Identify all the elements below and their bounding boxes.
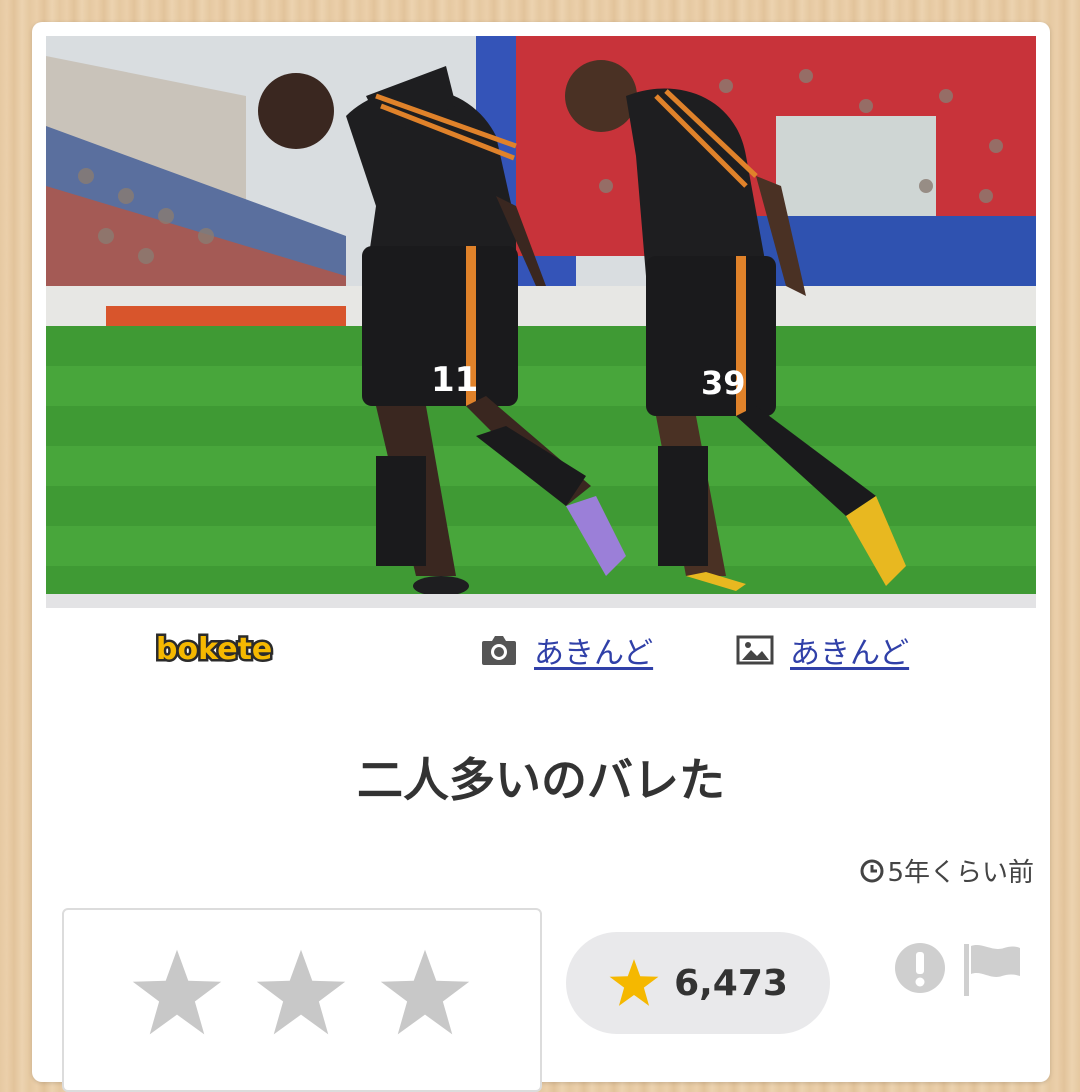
flag-icon[interactable] (962, 942, 1022, 996)
star-icon (609, 959, 659, 1006)
camera-icon (482, 636, 516, 665)
credits-row: bokete あきんど あきんど (32, 622, 1050, 682)
vote-count: 6,473 (674, 962, 788, 1004)
jersey-number-39: 39 (701, 364, 746, 402)
post-caption: 二人多いのバレた (357, 753, 725, 807)
rate-star-3[interactable] (378, 946, 472, 1040)
post-time: 5年くらい前 (859, 852, 1034, 889)
exclamation-icon[interactable] (894, 942, 946, 994)
rate-star-2[interactable] (254, 946, 348, 1040)
photo-credit: あきんど (480, 628, 653, 672)
rating-box (62, 908, 542, 1092)
soccer-photo-illustration: 11 39 (46, 36, 1036, 594)
image-credit: あきんど (736, 628, 909, 672)
bokete-logo[interactable]: bokete (153, 630, 274, 670)
image-author-link[interactable]: あきんど (790, 628, 909, 672)
vote-count-pill[interactable]: 6,473 (566, 932, 830, 1034)
post-photo[interactable]: 11 39 (46, 36, 1036, 594)
post-card: 11 39 bokete あきんど あきんど 二人多いのバレた 5年くらい前 6… (32, 22, 1050, 1092)
photo-author-link[interactable]: あきんど (534, 628, 653, 672)
photo-bottom-bar (46, 594, 1036, 608)
posted-ago-text: 5年くらい前 (887, 858, 1034, 888)
clock-icon (860, 859, 884, 882)
image-icon (736, 635, 774, 665)
jersey-number-11: 11 (431, 360, 478, 400)
rate-star-1[interactable] (130, 946, 224, 1040)
